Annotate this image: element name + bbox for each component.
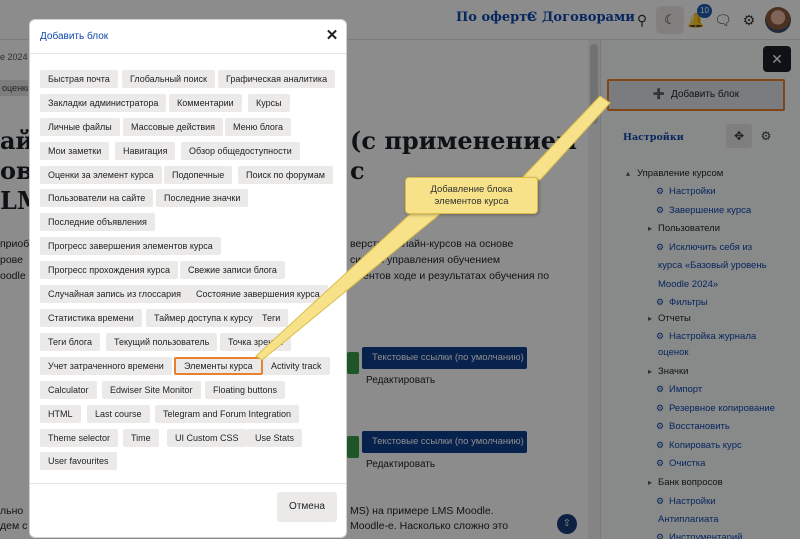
arrow-to-add-block <box>518 95 611 181</box>
annotation-arrows <box>255 95 611 361</box>
callout-line: элементов курса <box>434 196 509 207</box>
callout-line: Добавление блока <box>430 184 513 195</box>
arrow-to-course-elements <box>255 204 441 361</box>
callout-note: Добавление блока элементов курса <box>405 177 538 214</box>
